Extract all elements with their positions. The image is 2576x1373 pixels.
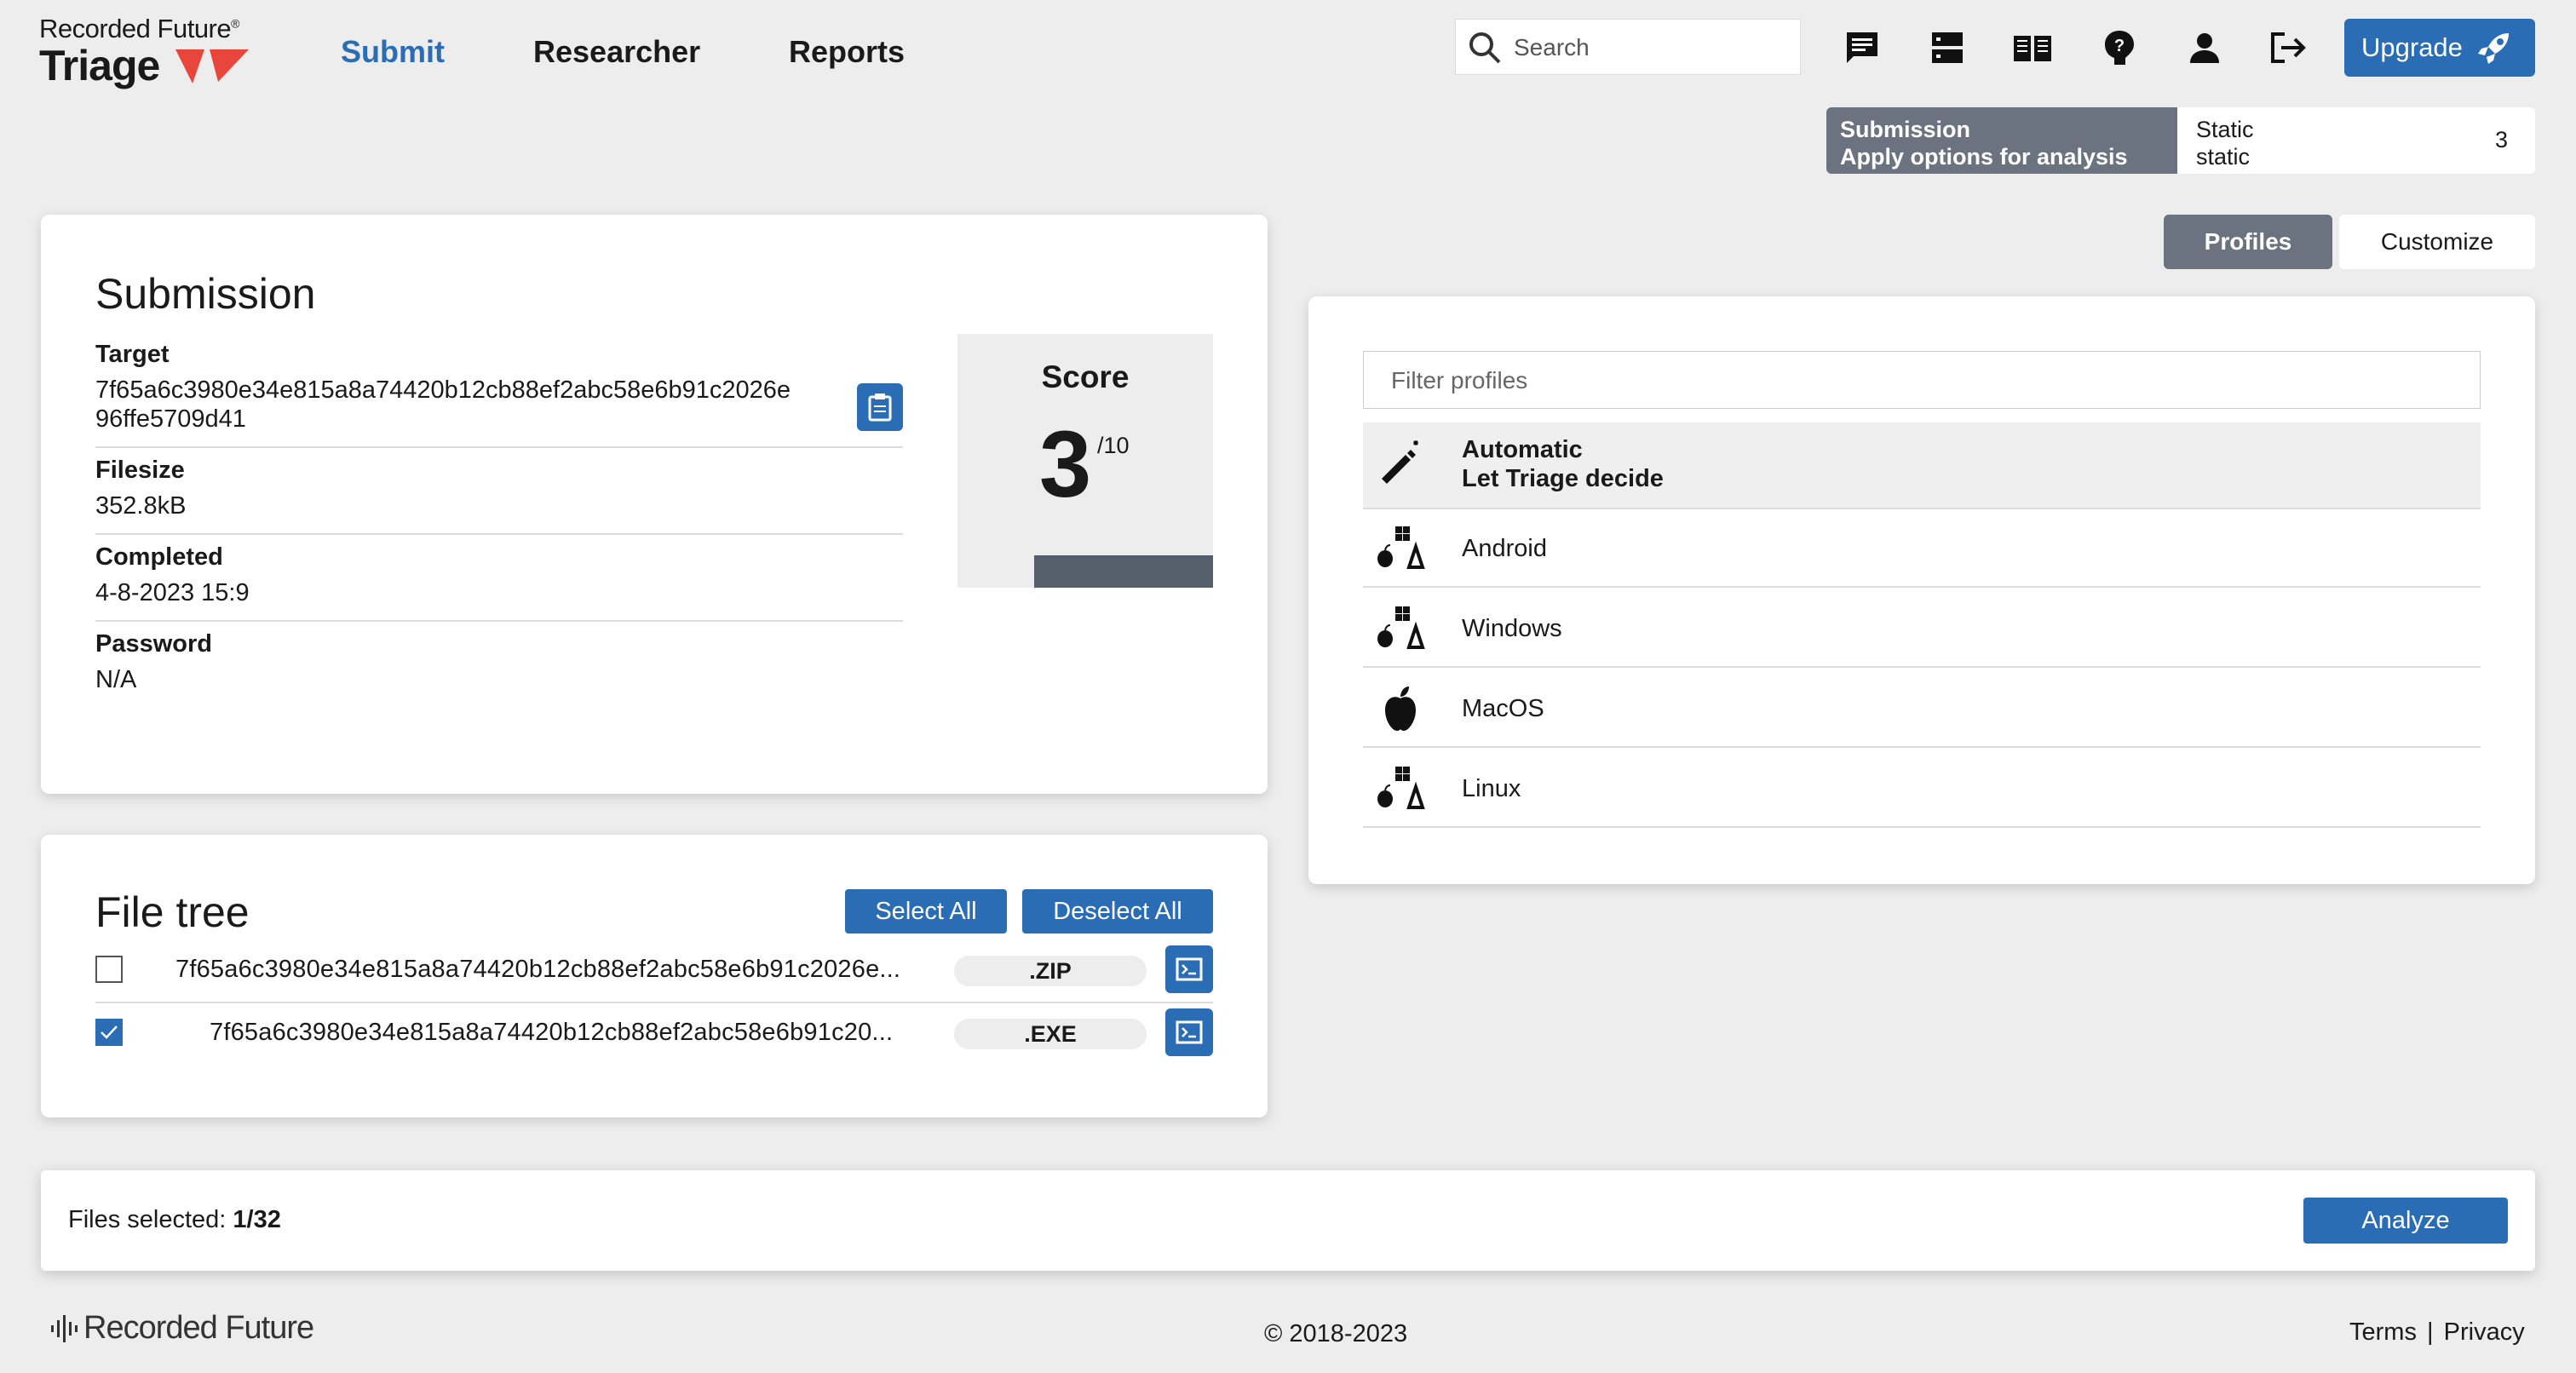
score-title: Score (1041, 359, 1130, 394)
divider (95, 533, 903, 535)
check-icon (101, 1025, 118, 1039)
password-label: Password (95, 630, 212, 658)
target-label: Target (95, 341, 170, 368)
privacy-link[interactable]: Privacy (2444, 1318, 2525, 1346)
profile-row-automatic[interactable]: Automatic Let Triage decide (1363, 422, 2481, 509)
files-selected: Files selected: 1/32 (68, 1206, 281, 1233)
rocket-icon (2477, 33, 2509, 64)
terminal-icon (1176, 1020, 1203, 1044)
target-value-line1: 7f65a6c3980e34e815a8a74420b12cb88ef2abc5… (95, 376, 791, 404)
profile-row-linux[interactable]: Linux (1363, 750, 2481, 828)
link-separator: | (2427, 1318, 2434, 1346)
score-value: 3 (1039, 412, 1092, 517)
profile-row-android[interactable]: Android (1363, 509, 2481, 588)
terminal-icon (1176, 957, 1203, 981)
profile-subtitle: Let Triage decide (1462, 465, 1664, 492)
deselect-all-button[interactable]: Deselect All (1022, 889, 1213, 934)
files-selected-count: 1/32 (233, 1206, 281, 1233)
completed-value: 4-8-2023 15:9 (95, 579, 250, 606)
copyright: © 2018-2023 (1264, 1320, 1408, 1347)
chat-icon[interactable] (1840, 26, 1884, 70)
brand-name[interactable]: Recorded Future® (39, 14, 239, 44)
file-name[interactable]: 7f65a6c3980e34e815a8a74420b12cb88ef2abc5… (175, 956, 900, 984)
search-input[interactable] (1512, 28, 1788, 67)
apple-icon (1385, 686, 1416, 731)
magic-wand-icon (1382, 439, 1419, 484)
step-submission[interactable]: Submission Apply options for analysis (1826, 107, 2177, 174)
copy-button[interactable] (857, 383, 903, 431)
view-file-button[interactable] (1165, 945, 1213, 993)
target-value-line2: 96ffe5709d41 (95, 405, 246, 433)
product-name[interactable]: Triage (39, 41, 160, 90)
submission-heading: Submission (95, 270, 316, 318)
file-ext-badge: .ZIP (954, 956, 1147, 986)
score-panel: Score 3 /10 (957, 334, 1213, 588)
profile-name: Windows (1462, 615, 1562, 642)
filesize-value: 352.8kB (95, 492, 187, 520)
bottom-action-bar (41, 1170, 2535, 1271)
logout-icon[interactable] (2266, 26, 2310, 70)
divider (95, 620, 903, 622)
divider (95, 1002, 1213, 1003)
file-name[interactable]: 7f65a6c3980e34e815a8a74420b12cb88ef2abc5… (210, 1019, 893, 1047)
password-value: N/A (95, 666, 137, 693)
view-file-button[interactable] (1165, 1008, 1213, 1056)
completed-label: Completed (95, 543, 223, 571)
footer-logo[interactable]: Recorded Future (49, 1310, 314, 1347)
filter-profiles-input[interactable] (1389, 362, 2415, 399)
tab-customize[interactable]: Customize (2339, 215, 2535, 269)
profile-row-macos[interactable]: MacOS (1363, 669, 2481, 748)
help-icon[interactable]: ? (2097, 26, 2142, 70)
multi-os-icon (1377, 526, 1425, 569)
profile-name: Android (1462, 535, 1547, 562)
terms-link[interactable]: Terms (2349, 1318, 2417, 1346)
divider (95, 446, 903, 448)
select-all-button[interactable]: Select All (845, 889, 1007, 934)
filter-profiles-box[interactable] (1363, 351, 2481, 409)
file-ext-badge: .EXE (954, 1019, 1147, 1049)
filesize-label: Filesize (95, 457, 185, 484)
recorded-future-logo-icon (51, 1314, 78, 1342)
profile-name: MacOS (1462, 695, 1544, 722)
tab-profiles[interactable]: Profiles (2164, 215, 2332, 269)
user-icon[interactable] (2182, 26, 2227, 70)
nav-researcher[interactable]: Researcher (533, 34, 700, 70)
book-icon[interactable] (2010, 26, 2055, 70)
server-icon[interactable] (1925, 26, 1969, 70)
analyze-button[interactable]: Analyze (2303, 1198, 2508, 1244)
static-count: 3 (2494, 127, 2508, 152)
triage-logo-icon (175, 49, 249, 88)
clipboard-icon (868, 394, 892, 422)
multi-os-icon (1377, 767, 1425, 809)
search-icon (1469, 32, 1501, 64)
profile-name: Automatic (1462, 436, 1583, 463)
file-tree-heading: File tree (95, 888, 250, 936)
profile-name: Linux (1462, 775, 1521, 802)
file-checkbox-checked[interactable] (95, 1019, 123, 1046)
nav-reports[interactable]: Reports (789, 34, 905, 70)
file-checkbox[interactable] (95, 956, 123, 983)
footer-links: Terms | Privacy (2349, 1318, 2525, 1347)
score-max: /10 (1097, 433, 1130, 458)
score-bar (1034, 555, 1213, 588)
upgrade-button[interactable]: Upgrade (2344, 19, 2535, 77)
svg-text:?: ? (2114, 37, 2125, 55)
step-static[interactable]: Static static 3 (2177, 107, 2535, 174)
search-box[interactable] (1455, 19, 1801, 75)
nav-submit[interactable]: Submit (341, 34, 445, 70)
profile-row-windows[interactable]: Windows (1363, 589, 2481, 668)
multi-os-icon (1377, 606, 1425, 649)
